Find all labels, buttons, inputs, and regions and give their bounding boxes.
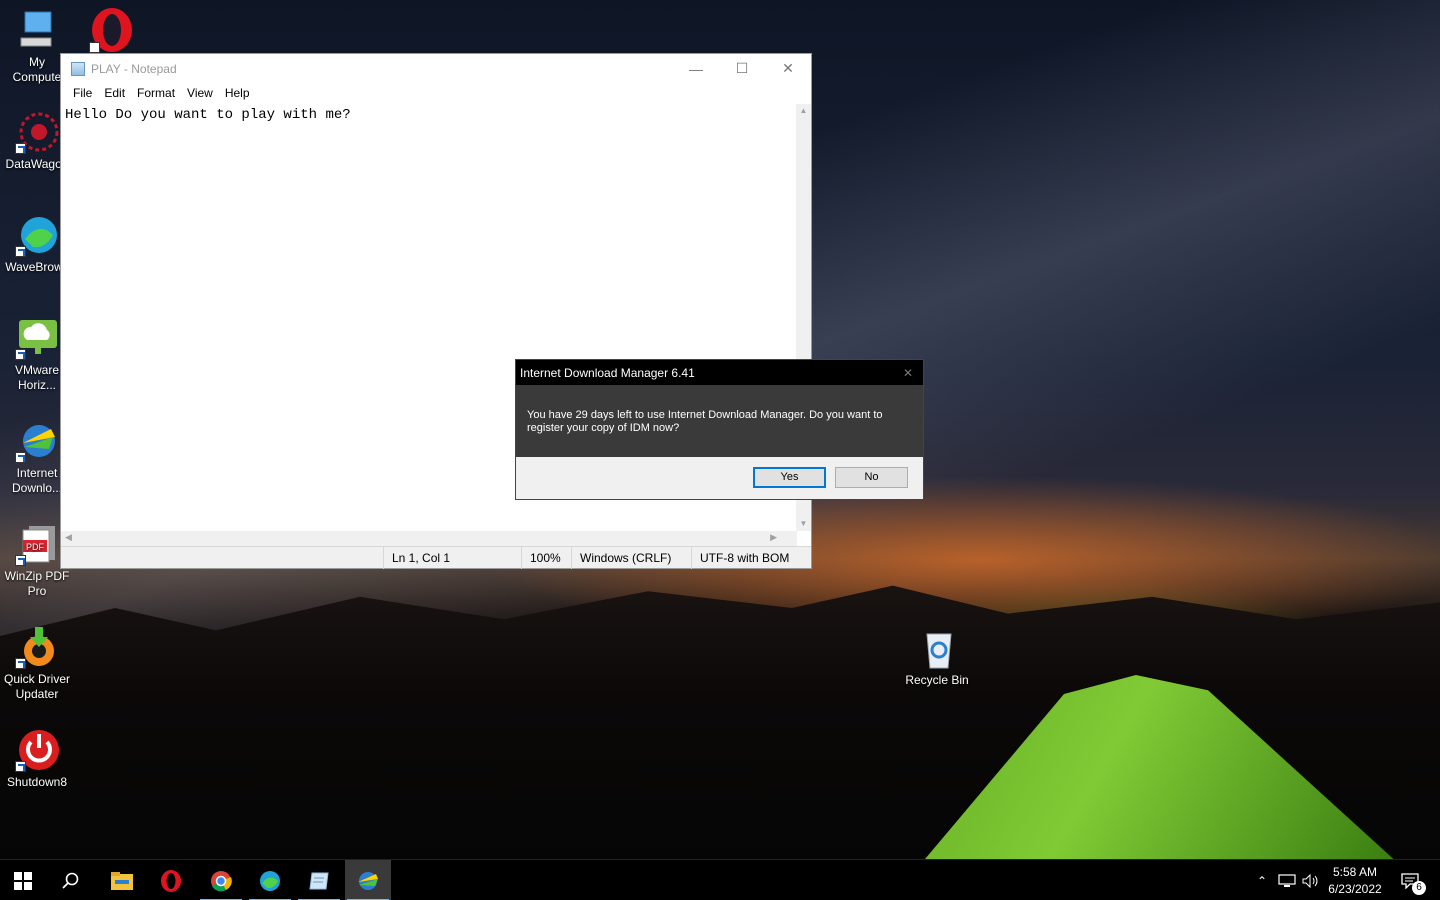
desktop-icon-label: WinZip PDF Pro — [4, 569, 70, 598]
search-button[interactable] — [48, 860, 94, 900]
network-status[interactable] — [1276, 860, 1298, 900]
wavebrowser-icon — [260, 870, 280, 891]
shortcut-arrow-icon — [15, 246, 26, 257]
notepad-title-bar[interactable]: PLAY - Notepad — ☐ ✕ — [61, 54, 811, 83]
chevron-up-icon: ⌃ — [1256, 873, 1268, 888]
status-line-ending: Windows (CRLF) — [571, 547, 691, 569]
desktop-icon-label: Shutdown8 — [6, 775, 68, 789]
clock[interactable]: 5:58 AM 6/23/2022 — [1324, 860, 1386, 900]
shutdown-icon — [15, 728, 59, 772]
shortcut-arrow-icon — [15, 349, 26, 360]
file-explorer-icon — [111, 871, 133, 890]
idm-icon — [358, 871, 378, 890]
menu-edit[interactable]: Edit — [98, 86, 131, 100]
editor-content: Hello Do you want to play with me? — [65, 107, 351, 123]
taskbar-notepad[interactable] — [296, 860, 342, 900]
start-button[interactable] — [0, 860, 46, 900]
shortcut-arrow-icon — [15, 452, 26, 463]
clock-date: 6/23/2022 — [1328, 881, 1382, 896]
volume-control[interactable] — [1300, 860, 1322, 900]
shortcut-arrow-icon — [89, 42, 100, 53]
opera-icon[interactable] — [88, 6, 136, 54]
notepad-icon — [71, 61, 85, 76]
computer-icon — [15, 8, 59, 52]
taskbar-idm[interactable] — [345, 860, 391, 900]
status-bar: Ln 1, Col 1 100% Windows (CRLF) UTF-8 wi… — [61, 546, 811, 569]
winzip-pdf-icon: PDF — [15, 522, 59, 566]
desktop-icon-quick-driver-updater[interactable]: Quick Driver Updater — [0, 625, 74, 702]
clock-time: 5:58 AM — [1332, 864, 1377, 879]
wavebrowser-icon — [15, 213, 59, 257]
scroll-left-icon[interactable]: ◀ — [65, 532, 72, 543]
taskbar-opera[interactable] — [148, 860, 194, 900]
no-button[interactable]: No — [835, 467, 908, 488]
dialog-message: You have 29 days left to use Internet Do… — [527, 409, 883, 434]
minimize-button[interactable]: — — [673, 54, 719, 83]
quick-driver-updater-icon — [15, 625, 59, 669]
speaker-icon — [1302, 873, 1318, 888]
show-hidden-icons-button[interactable]: ⌃ — [1252, 860, 1272, 900]
dialog-title: Internet Download Manager 6.41 — [520, 365, 695, 380]
status-encoding: UTF-8 with BOM — [691, 547, 811, 569]
notification-count-badge: 6 — [1412, 881, 1426, 895]
menu-view[interactable]: View — [181, 86, 219, 100]
menu-bar: File Edit Format View Help — [61, 83, 811, 103]
action-center-button[interactable]: 6 — [1390, 860, 1430, 900]
menu-file[interactable]: File — [67, 86, 98, 100]
opera-icon — [161, 869, 181, 892]
menu-format[interactable]: Format — [131, 86, 181, 100]
horizontal-scrollbar[interactable]: ◀ ▶ — [61, 531, 797, 546]
notepad-icon — [309, 872, 329, 889]
scroll-down-icon[interactable]: ▼ — [796, 517, 811, 531]
shortcut-arrow-icon — [15, 658, 26, 669]
taskbar-file-explorer[interactable] — [99, 860, 145, 900]
taskbar: ⌃ 5:58 AM 6/23/2022 6 — [0, 859, 1440, 900]
scroll-right-icon[interactable]: ▶ — [770, 532, 777, 543]
vmware-horizon-icon — [15, 316, 59, 360]
menu-help[interactable]: Help — [219, 86, 256, 100]
desktop-icon-label: Recycle Bin — [905, 673, 969, 687]
desktop-icon-recycle-bin[interactable]: Recycle Bin — [900, 626, 974, 688]
recycle-bin-icon — [915, 626, 959, 670]
taskbar-chrome[interactable] — [198, 860, 244, 900]
desktop-icon-shutdown8[interactable]: Shutdown8 — [0, 728, 74, 790]
shortcut-arrow-icon — [15, 143, 26, 154]
windows-start-icon — [14, 871, 32, 890]
status-position: Ln 1, Col 1 — [383, 547, 521, 569]
idm-register-dialog[interactable]: Internet Download Manager 6.41 ✕ You hav… — [515, 359, 924, 500]
datawagon-icon — [15, 110, 59, 154]
taskbar-wavebrowser[interactable] — [247, 860, 293, 900]
dialog-title-bar[interactable]: Internet Download Manager 6.41 ✕ — [516, 360, 923, 385]
yes-button[interactable]: Yes — [753, 467, 826, 488]
network-icon — [1278, 873, 1296, 887]
shortcut-arrow-icon — [15, 555, 26, 566]
close-icon[interactable]: ✕ — [893, 366, 923, 380]
desktop-icon-label: Quick Driver Updater — [3, 672, 70, 701]
scroll-up-icon[interactable]: ▲ — [796, 104, 811, 118]
window-title: PLAY - Notepad — [91, 61, 177, 76]
status-zoom: 100% — [521, 547, 571, 569]
idm-icon — [15, 419, 59, 463]
shortcut-arrow-icon — [15, 761, 26, 772]
chrome-icon — [211, 870, 232, 891]
maximize-button[interactable]: ☐ — [719, 54, 765, 83]
search-icon — [62, 872, 79, 889]
close-button[interactable]: ✕ — [765, 54, 811, 83]
dialog-button-bar: Yes No — [516, 457, 923, 499]
svg-text:PDF: PDF — [26, 542, 45, 552]
